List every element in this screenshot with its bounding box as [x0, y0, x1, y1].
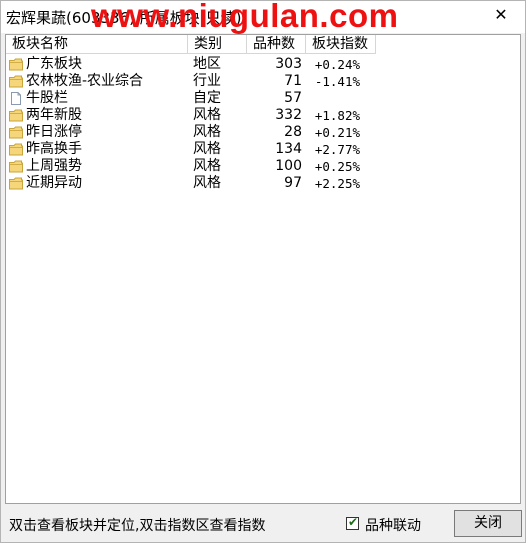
list-item-count: 134	[275, 141, 302, 157]
list-item[interactable]: 广东板块 地区 303 +0.24%	[6, 56, 520, 73]
list-item-count: 71	[284, 73, 302, 89]
linkage-checkbox[interactable]: ✔	[346, 515, 359, 530]
list-item-index: +0.25%	[314, 159, 360, 174]
list-item-name: 牛股栏	[26, 90, 68, 106]
list-item-type: 自定	[193, 90, 221, 106]
list-item[interactable]: 牛股栏 自定 57	[6, 90, 520, 107]
checkmark-icon: ✔	[348, 515, 359, 529]
list-item[interactable]: 近期异动 风格 97 +2.25%	[6, 175, 520, 192]
list-item-name: 昨高换手	[26, 141, 82, 157]
list-item-index: +0.21%	[314, 125, 360, 140]
document-icon	[9, 92, 23, 105]
close-icon[interactable]: ✕	[491, 5, 511, 25]
list-item-type: 风格	[193, 124, 221, 140]
list-item-index: +1.82%	[314, 108, 360, 123]
dialog-window: 宏辉果蔬(603336) 所属板块(只读) www.niugulan.com ✕…	[0, 0, 526, 543]
folder-icon	[9, 143, 23, 156]
column-header-type[interactable]: 类别	[188, 35, 247, 54]
sector-list[interactable]: 板块名称 类别 品种数 板块指数 广东板块 地区 303 +0.24% 农林牧渔-农业综…	[5, 34, 521, 504]
list-item-type: 行业	[193, 73, 221, 89]
list-item-count: 28	[284, 124, 302, 140]
list-item-type: 地区	[193, 56, 221, 72]
list-item-name: 农林牧渔-农业综合	[26, 73, 144, 89]
folder-icon	[9, 75, 23, 88]
list-item-index: +2.25%	[314, 176, 360, 191]
folder-icon	[9, 58, 23, 71]
list-item-index: +0.24%	[314, 57, 360, 72]
list-item[interactable]: 农林牧渔-农业综合 行业 71 -1.41%	[6, 73, 520, 90]
list-item-index: -1.41%	[314, 74, 360, 89]
list-item-name: 两年新股	[26, 107, 82, 123]
list-item-count: 97	[284, 175, 302, 191]
list-item[interactable]: 昨高换手 风格 134 +2.77%	[6, 141, 520, 158]
list-item-type: 风格	[193, 141, 221, 157]
list-item-type: 风格	[193, 107, 221, 123]
list-item-type: 风格	[193, 175, 221, 191]
list-item-count: 57	[284, 90, 302, 106]
list-item-index: +2.77%	[314, 142, 360, 157]
list-item-name: 上周强势	[26, 158, 82, 174]
list-item-name: 广东板块	[26, 56, 82, 72]
list-header: 板块名称 类别 品种数 板块指数	[6, 35, 520, 55]
list-item-name: 昨日涨停	[26, 124, 82, 140]
folder-icon	[9, 160, 23, 173]
linkage-checkbox-label[interactable]: 品种联动	[365, 515, 421, 535]
column-header-count[interactable]: 品种数	[247, 35, 306, 54]
status-hint: 双击查看板块并定位,双击指数区查看指数	[9, 518, 266, 534]
close-button[interactable]: 关闭	[454, 510, 522, 537]
list-item-count: 332	[275, 107, 302, 123]
list-item-index	[296, 90, 360, 107]
list-item-count: 303	[275, 56, 302, 72]
folder-icon	[9, 177, 23, 190]
list-item-count: 100	[275, 158, 302, 174]
title-bar: 宏辉果蔬(603336) 所属板块(只读) www.niugulan.com ✕	[1, 1, 525, 34]
window-title: 宏辉果蔬(603336) 所属板块(只读)	[6, 9, 242, 27]
list-item-name: 近期异动	[26, 175, 82, 191]
list-item[interactable]: 上周强势 风格 100 +0.25%	[6, 158, 520, 175]
folder-icon	[9, 109, 23, 122]
column-header-name[interactable]: 板块名称	[6, 35, 188, 54]
column-header-index[interactable]: 板块指数	[306, 35, 376, 54]
list-item[interactable]: 昨日涨停 风格 28 +0.21%	[6, 124, 520, 141]
folder-icon	[9, 126, 23, 139]
list-item[interactable]: 两年新股 风格 332 +1.82%	[6, 107, 520, 124]
list-item-type: 风格	[193, 158, 221, 174]
